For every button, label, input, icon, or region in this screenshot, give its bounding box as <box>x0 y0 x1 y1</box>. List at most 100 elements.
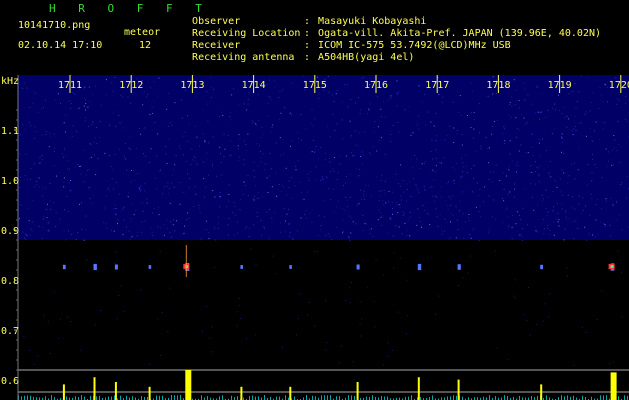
noise-dot <box>446 135 448 137</box>
noise-dot <box>264 169 266 170</box>
noise-dot <box>572 207 574 209</box>
noise-dot <box>519 234 521 236</box>
noise-dot <box>142 210 144 212</box>
counter-noise-bar <box>258 396 259 400</box>
noise-dot <box>252 122 254 124</box>
noise-dot <box>162 193 163 195</box>
noise-dot <box>496 120 498 122</box>
noise-dot <box>122 127 124 129</box>
noise-dot <box>430 151 432 153</box>
noise-dot <box>233 234 235 236</box>
noise-dot <box>210 77 212 79</box>
noise-dot <box>511 105 513 107</box>
counter-noise-bar <box>606 395 607 400</box>
noise-dot <box>576 101 578 102</box>
noise-dot <box>566 116 568 117</box>
noise-dot <box>599 139 601 141</box>
noise-dot <box>308 180 310 181</box>
noise-dot <box>406 183 408 185</box>
noise-dot <box>45 99 47 101</box>
noise-dot <box>300 114 302 115</box>
noise-dot <box>584 114 586 116</box>
noise-dot <box>166 219 168 221</box>
counter-noise-bar <box>27 395 28 400</box>
noise-dot <box>535 183 537 185</box>
noise-dot <box>595 236 596 237</box>
noise-dot <box>85 103 87 104</box>
noise-dot <box>473 165 475 166</box>
noise-dot <box>204 141 206 143</box>
noise-dot <box>258 197 260 199</box>
noise-dot <box>29 234 31 236</box>
noise-dot <box>110 166 112 167</box>
noise-dot <box>600 221 602 223</box>
noise-dot <box>56 175 57 177</box>
counter-noise-bar <box>537 395 538 400</box>
noise-dot <box>578 146 580 148</box>
noise-dot <box>188 186 190 188</box>
noise-dot <box>89 187 91 189</box>
noise-dot <box>387 99 389 101</box>
noise-dot <box>220 162 222 163</box>
noise-dot <box>431 139 433 141</box>
noise-dot <box>480 148 482 150</box>
noise-dot <box>285 167 287 169</box>
noise-dot <box>205 159 207 161</box>
noise-dot <box>479 205 481 207</box>
noise-dot <box>621 182 623 184</box>
noise-dot <box>151 106 153 108</box>
noise-dot <box>303 214 305 216</box>
noise-dot <box>169 187 171 189</box>
noise-dot <box>437 77 439 78</box>
noise-dot <box>253 199 255 201</box>
counter-noise-bar <box>504 395 505 400</box>
noise-dot <box>421 101 423 103</box>
noise-dot <box>397 121 399 123</box>
noise-dot <box>478 195 480 197</box>
noise-dot <box>97 158 99 160</box>
noise-dot <box>425 124 427 126</box>
noise-dot <box>607 160 609 162</box>
noise-dot <box>567 218 569 220</box>
counter-noise-bar <box>381 396 382 400</box>
noise-dot <box>460 114 462 116</box>
freq-tick-label: 0.9 <box>1 226 19 237</box>
noise-dot <box>54 99 56 101</box>
noise-dot <box>245 338 247 340</box>
noise-dot <box>111 230 113 232</box>
meteor-counter-bar <box>356 382 359 400</box>
noise-dot <box>341 208 343 210</box>
noise-dot <box>167 331 169 332</box>
noise-dot <box>88 158 90 160</box>
noise-dot <box>131 235 133 237</box>
noise-dot <box>361 78 363 79</box>
noise-dot <box>567 118 569 120</box>
noise-dot <box>176 220 177 222</box>
noise-dot <box>114 262 116 264</box>
noise-dot <box>335 93 337 95</box>
noise-dot <box>269 153 271 155</box>
time-tick-label: 1712 <box>119 80 143 91</box>
noise-dot <box>32 199 34 201</box>
noise-dot <box>42 226 44 228</box>
noise-dot <box>210 86 212 88</box>
noise-dot <box>174 102 176 104</box>
noise-dot <box>253 161 255 163</box>
noise-dot <box>425 202 427 204</box>
noise-dot <box>180 99 182 101</box>
noise-dot <box>33 364 35 365</box>
noise-dot <box>63 122 65 124</box>
noise-dot <box>287 208 289 210</box>
noise-dot <box>436 197 438 198</box>
noise-dot <box>137 172 139 174</box>
noise-dot <box>94 85 96 87</box>
noise-dot <box>91 124 92 126</box>
noise-dot <box>422 204 424 206</box>
noise-dot <box>262 134 264 136</box>
noise-dot <box>431 186 433 188</box>
noise-dot <box>283 186 285 188</box>
noise-dot <box>359 189 361 191</box>
noise-dot <box>271 221 273 223</box>
noise-dot <box>562 142 564 144</box>
noise-dot <box>391 202 393 204</box>
